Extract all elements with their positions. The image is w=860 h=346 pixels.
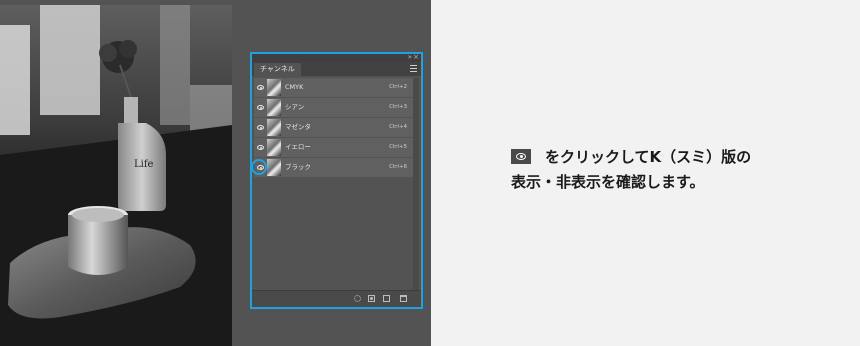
channels-panel: » × チャンネル CMYK Ctrl+2 シアン Ctrl+3 マゼンタ Ct… bbox=[250, 52, 423, 309]
channel-thumbnail bbox=[267, 79, 281, 96]
channel-shortcut: Ctrl+2 bbox=[389, 84, 407, 90]
instruction-text: をクリックしてK（スミ）版の 表示・非表示を確認します。 bbox=[511, 145, 851, 195]
channel-shortcut: Ctrl+3 bbox=[389, 104, 407, 110]
instruction-line-1: をクリックしてK（スミ）版の bbox=[511, 145, 851, 170]
channel-name: ブラック bbox=[285, 163, 311, 171]
visibility-toggle[interactable] bbox=[254, 78, 266, 97]
save-selection-icon[interactable] bbox=[368, 295, 375, 302]
eye-icon bbox=[511, 149, 531, 164]
panel-title-bar: » × bbox=[252, 53, 421, 62]
visibility-toggle[interactable] bbox=[254, 138, 266, 157]
channel-row-magenta[interactable]: マゼンタ Ctrl+4 bbox=[254, 118, 413, 137]
grayscale-photo: Life bbox=[0, 5, 232, 346]
channel-shortcut: Ctrl+4 bbox=[389, 124, 407, 130]
vase-label: Life bbox=[134, 159, 154, 170]
new-channel-icon[interactable] bbox=[383, 295, 390, 302]
channel-row-cmyk[interactable]: CMYK Ctrl+2 bbox=[254, 78, 413, 97]
visibility-toggle[interactable] bbox=[254, 118, 266, 137]
channel-shortcut: Ctrl+6 bbox=[389, 164, 407, 170]
channel-list: CMYK Ctrl+2 シアン Ctrl+3 マゼンタ Ctrl+4 イエロー … bbox=[251, 78, 413, 178]
channel-thumbnail bbox=[267, 99, 281, 116]
delete-channel-icon[interactable] bbox=[400, 295, 407, 302]
tab-channels[interactable]: チャンネル bbox=[254, 63, 301, 76]
channel-name: シアン bbox=[285, 103, 305, 111]
panel-tab-bar: チャンネル bbox=[252, 62, 421, 76]
close-icon[interactable]: × bbox=[413, 53, 419, 61]
channel-row-cyan[interactable]: シアン Ctrl+3 bbox=[254, 98, 413, 117]
panel-menu-icon[interactable] bbox=[410, 65, 417, 74]
load-selection-icon[interactable] bbox=[354, 295, 361, 302]
eye-icon[interactable] bbox=[257, 125, 264, 130]
document-canvas: Life bbox=[0, 5, 232, 346]
eye-icon[interactable] bbox=[257, 105, 264, 110]
photoshop-workspace: Life » × チャンネル CMYK Ctrl+2 シアン Ctrl+3 マゼ… bbox=[0, 0, 431, 346]
panel-bottom-toolbar bbox=[252, 290, 421, 307]
channel-name: CMYK bbox=[285, 83, 304, 91]
panel-scrollbar[interactable] bbox=[413, 78, 419, 294]
visibility-toggle[interactable] bbox=[254, 98, 266, 117]
eye-icon[interactable] bbox=[257, 145, 264, 150]
instruction-line-1-text: をクリックしてK（スミ）版の bbox=[545, 148, 752, 166]
channel-row-black[interactable]: ブラック Ctrl+6 bbox=[251, 158, 413, 177]
channel-thumbnail bbox=[267, 119, 281, 136]
eye-icon[interactable] bbox=[257, 85, 264, 90]
channel-thumbnail bbox=[267, 159, 281, 176]
visibility-toggle[interactable] bbox=[251, 158, 267, 177]
instruction-line-2: 表示・非表示を確認します。 bbox=[511, 173, 705, 191]
highlight-circle bbox=[251, 159, 267, 175]
channel-name: イエロー bbox=[285, 143, 311, 151]
channel-name: マゼンタ bbox=[285, 123, 311, 131]
collapse-icon[interactable]: » bbox=[408, 53, 412, 61]
channel-shortcut: Ctrl+5 bbox=[389, 144, 407, 150]
channel-thumbnail bbox=[267, 139, 281, 156]
channel-row-yellow[interactable]: イエロー Ctrl+5 bbox=[254, 138, 413, 157]
